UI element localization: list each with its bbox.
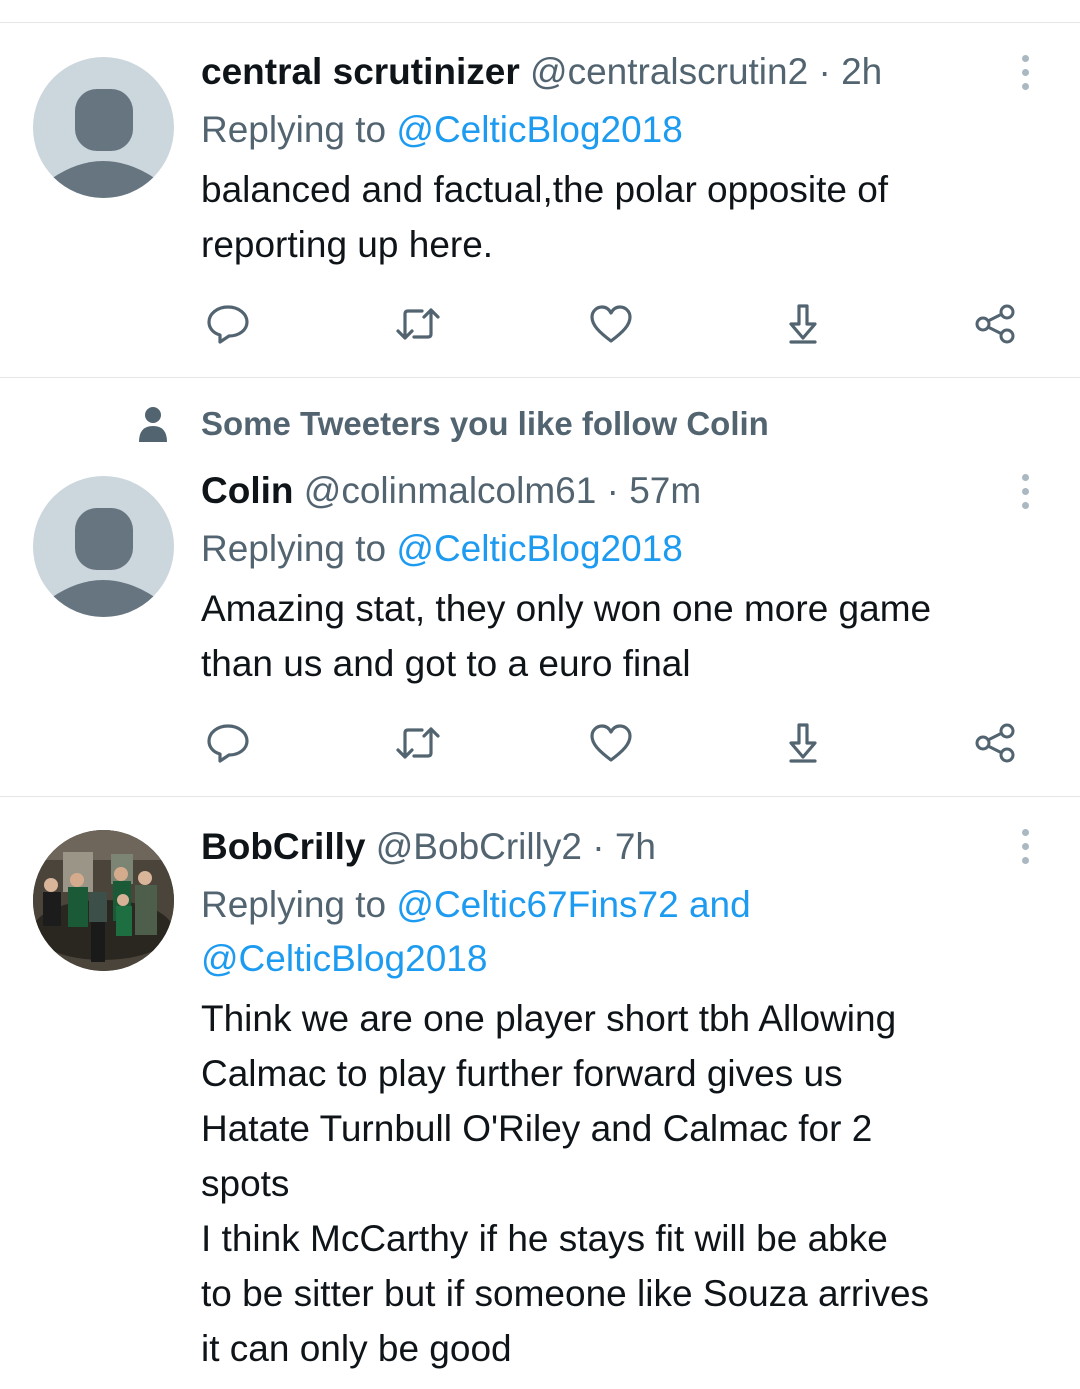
- separator-dot: ·: [818, 51, 831, 92]
- share-icon[interactable]: [778, 299, 828, 349]
- tweet-text-line: to be sitter but if someone like Souza a…: [201, 1273, 930, 1314]
- replying-prefix: Replying to: [201, 109, 397, 150]
- share-icon[interactable]: [778, 718, 828, 768]
- share-via-icon[interactable]: [970, 299, 1020, 349]
- replying-to: Replying to @Celtic67Fins72 and: [201, 883, 1040, 927]
- avatar-photo[interactable]: [33, 830, 174, 971]
- retweet-icon[interactable]: [393, 718, 443, 768]
- replying-prefix: Replying to: [201, 884, 397, 925]
- tweet-text: Amazing stat, they only won one more gam…: [201, 581, 1040, 691]
- more-icon[interactable]: [1010, 469, 1040, 513]
- top-divider: [0, 22, 1080, 23]
- person-icon: [139, 407, 167, 442]
- mention-link[interactable]: @CelticBlog2018: [396, 528, 682, 569]
- tweet-text-line: Hatate Turnbull O'Riley and Calmac for 2: [201, 1108, 873, 1149]
- tweet-text-line: Calmac to play further forward gives us: [201, 1053, 843, 1094]
- replying-prefix: Replying to: [201, 528, 397, 569]
- more-icon[interactable]: [1010, 50, 1040, 94]
- tweet-text-line: Amazing stat, they only won one more gam…: [201, 588, 932, 629]
- tweet-header: BobCrilly @BobCrilly2 · 7h: [201, 825, 1040, 869]
- handle[interactable]: @centralscrutin2: [530, 51, 808, 92]
- replying-to: Replying to @CelticBlog2018: [201, 527, 1040, 571]
- separator-dot: ·: [592, 826, 605, 867]
- social-context: Some Tweeters you like follow Colin: [0, 402, 1080, 446]
- retweet-icon[interactable]: [393, 299, 443, 349]
- group-photo-icon: [33, 830, 174, 971]
- display-name[interactable]: central scrutinizer: [201, 51, 520, 92]
- tweet-divider: [0, 377, 1080, 378]
- display-name[interactable]: BobCrilly: [201, 826, 365, 867]
- tweet-header: central scrutinizer @centralscrutin2 · 2…: [201, 50, 1040, 94]
- like-icon[interactable]: [586, 718, 636, 768]
- more-icon[interactable]: [1010, 824, 1040, 868]
- separator-dot: ·: [606, 470, 619, 511]
- tweet-header: Colin @colinmalcolm61 · 57m: [201, 469, 1040, 513]
- tweet-text-line: Think we are one player short tbh Allowi…: [201, 998, 897, 1039]
- tweet-text-line: than us and got to a euro final: [201, 643, 691, 684]
- reply-icon[interactable]: [203, 299, 253, 349]
- timestamp[interactable]: 2h: [841, 51, 882, 92]
- default-profile-icon: [51, 508, 156, 617]
- avatar-default[interactable]: [33, 476, 174, 617]
- timestamp[interactable]: 7h: [615, 826, 656, 867]
- tweet-text: balanced and factual,the polar opposite …: [201, 162, 1040, 272]
- tweet-text: Think we are one player short tbh Allowi…: [201, 991, 1040, 1376]
- tweet-text-line: reporting up here.: [201, 224, 494, 265]
- tweet-text-line: I think McCarthy if he stays fit will be…: [201, 1218, 888, 1259]
- timestamp[interactable]: 57m: [629, 470, 701, 511]
- social-context-text: Some Tweeters you like follow Colin: [201, 405, 769, 442]
- default-profile-icon: [51, 89, 156, 198]
- mention-link[interactable]: @CelticBlog2018: [396, 109, 682, 150]
- reply-icon[interactable]: [203, 718, 253, 768]
- mention-link[interactable]: @CelticBlog2018: [201, 938, 487, 979]
- tweet-divider: [0, 796, 1080, 797]
- action-bar: [0, 299, 1080, 349]
- replying-to: Replying to @CelticBlog2018: [201, 108, 1040, 152]
- tweet-text-line: spots: [201, 1163, 290, 1204]
- like-icon[interactable]: [586, 299, 636, 349]
- handle[interactable]: @colinmalcolm61: [304, 470, 597, 511]
- tweet-text-line: it can only be good: [201, 1328, 512, 1369]
- avatar-default[interactable]: [33, 57, 174, 198]
- tweet-text-line: balanced and factual,the polar opposite …: [201, 169, 889, 210]
- handle[interactable]: @BobCrilly2: [376, 826, 582, 867]
- share-via-icon[interactable]: [970, 718, 1020, 768]
- mention-link[interactable]: @Celtic67Fins72 and: [396, 884, 750, 925]
- replying-to-continued: @CelticBlog2018: [201, 937, 1040, 981]
- action-bar: [0, 718, 1080, 768]
- display-name[interactable]: Colin: [201, 470, 293, 511]
